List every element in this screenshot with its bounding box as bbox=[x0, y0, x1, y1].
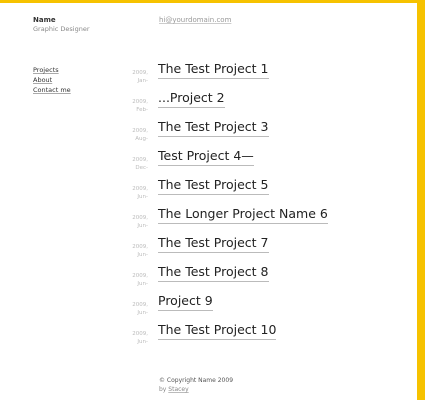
project-date: 2009, Jun- bbox=[100, 330, 148, 346]
credit-link[interactable]: Stacey bbox=[168, 386, 188, 393]
project-month: Dec- bbox=[135, 165, 148, 171]
project-item: 2009, Jun- The Test Project 7 bbox=[100, 235, 410, 264]
project-title-link[interactable]: Project 9 bbox=[158, 293, 213, 311]
project-year: 2009, bbox=[132, 157, 148, 163]
project-date: 2009, Jun- bbox=[100, 301, 148, 317]
project-item: 2009, Jun- The Test Project 8 bbox=[100, 264, 410, 293]
project-item: 2009, Feb- ...Project 2 bbox=[100, 90, 410, 119]
project-date: 2009, Feb- bbox=[100, 98, 148, 114]
project-title-link[interactable]: The Test Project 5 bbox=[158, 177, 269, 195]
project-year: 2009, bbox=[132, 273, 148, 279]
project-year: 2009, bbox=[132, 186, 148, 192]
project-item: 2009, Jun- The Test Project 10 bbox=[100, 322, 410, 351]
project-title-link[interactable]: The Test Project 10 bbox=[158, 322, 277, 340]
nav-item-projects[interactable]: Projects bbox=[33, 65, 71, 75]
project-list: 2009, Jan- The Test Project 1 2009, Feb- .… bbox=[100, 61, 410, 351]
credit-by: by bbox=[159, 386, 167, 393]
project-item: 2009, Jun- The Longer Project Name 6 bbox=[100, 206, 410, 235]
project-month: Jun- bbox=[137, 281, 148, 287]
project-title-link[interactable]: The Test Project 1 bbox=[158, 61, 269, 79]
project-date: 2009, Aug- bbox=[100, 127, 148, 143]
project-date: 2009, Jun- bbox=[100, 243, 148, 259]
project-month: Jun- bbox=[137, 339, 148, 345]
project-year: 2009, bbox=[132, 215, 148, 221]
footer: © Copyright Name 2009 by Stacey bbox=[159, 376, 233, 394]
project-item: 2009, Dec- Test Project 4— bbox=[100, 148, 410, 177]
nav-item-contact[interactable]: Contact me bbox=[33, 85, 71, 95]
project-date: 2009, Dec- bbox=[100, 156, 148, 172]
project-title-link[interactable]: The Test Project 7 bbox=[158, 235, 269, 253]
project-year: 2009, bbox=[132, 244, 148, 250]
project-year: 2009, bbox=[132, 70, 148, 76]
project-year: 2009, bbox=[132, 331, 148, 337]
project-item: 2009, Jan- The Test Project 1 bbox=[100, 61, 410, 90]
project-year: 2009, bbox=[132, 128, 148, 134]
page: Name Graphic Designer hi@yourdomain.com … bbox=[0, 0, 420, 400]
project-title-link[interactable]: Test Project 4— bbox=[158, 148, 254, 166]
main-nav: Projects About Contact me bbox=[33, 65, 71, 95]
project-title-link[interactable]: The Test Project 3 bbox=[158, 119, 269, 137]
project-month: Aug- bbox=[135, 136, 148, 142]
project-date: 2009, Jun- bbox=[100, 214, 148, 230]
project-month: Jan- bbox=[137, 78, 148, 84]
project-title-link[interactable]: The Longer Project Name 6 bbox=[158, 206, 328, 224]
project-year: 2009, bbox=[132, 302, 148, 308]
project-month: Jun- bbox=[137, 252, 148, 258]
project-month: Feb- bbox=[136, 107, 148, 113]
project-date: 2009, Jan- bbox=[100, 69, 148, 85]
project-item: 2009, Aug- The Test Project 3 bbox=[100, 119, 410, 148]
project-item: 2009, Jun- Project 9 bbox=[100, 293, 410, 322]
copyright-text: © Copyright Name 2009 bbox=[159, 377, 234, 384]
nav-item-about[interactable]: About bbox=[33, 75, 71, 85]
project-month: Jun- bbox=[137, 310, 148, 316]
project-title-link[interactable]: The Test Project 8 bbox=[158, 264, 269, 282]
site-tagline: Graphic Designer bbox=[33, 25, 90, 33]
project-year: 2009, bbox=[132, 99, 148, 105]
project-title-link[interactable]: ...Project 2 bbox=[158, 90, 225, 108]
project-month: Jun- bbox=[137, 194, 148, 200]
project-date: 2009, Jun- bbox=[100, 185, 148, 201]
project-date: 2009, Jun- bbox=[100, 272, 148, 288]
site-name[interactable]: Name bbox=[33, 16, 56, 24]
credit-line: by Stacey bbox=[159, 385, 233, 394]
email-link[interactable]: hi@yourdomain.com bbox=[159, 16, 231, 24]
project-item: 2009, Jun- The Test Project 5 bbox=[100, 177, 410, 206]
project-month: Jun- bbox=[137, 223, 148, 229]
